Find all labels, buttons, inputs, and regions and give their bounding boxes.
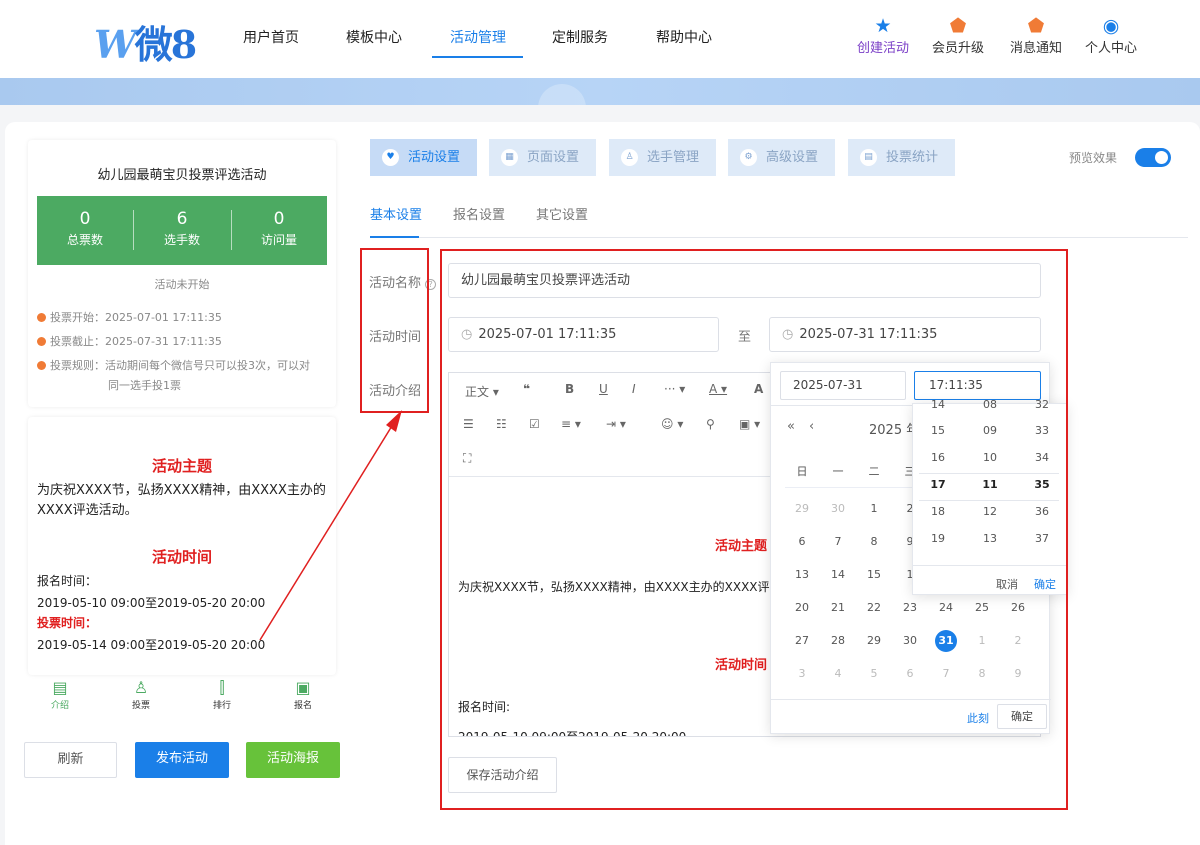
advanced-icon: ⚙ xyxy=(740,149,757,166)
bullet-dot xyxy=(37,337,46,346)
user-center-label: 个人中心 xyxy=(1084,41,1137,56)
stat-value: 6 xyxy=(176,209,188,229)
user-center-button[interactable]: ◉ 个人中心 xyxy=(1081,15,1141,56)
person-icon: ♙ xyxy=(621,149,638,166)
stat-label: 总票数 xyxy=(66,233,103,247)
preview-tab-ranking[interactable]: ⫿ 排行 xyxy=(192,678,252,711)
stats-icon: ▤ xyxy=(860,149,877,166)
annotation-arrow xyxy=(259,410,402,641)
vote-rule-text: 投票规则：活动期间每个微信号只可以投3次，可以对 xyxy=(50,359,310,372)
stat-value: 0 xyxy=(79,209,91,229)
tab-contestant-management[interactable]: ♙ 选手管理 xyxy=(609,139,716,176)
nav-user-home[interactable]: 用户首页 xyxy=(243,27,299,47)
preview-toggle-label: 预览效果 xyxy=(1069,151,1118,165)
person-icon: ♙ xyxy=(133,678,149,697)
bullet-dot xyxy=(37,361,46,370)
stat-value: 0 xyxy=(273,209,285,229)
member-upgrade-label: 会员升级 xyxy=(931,41,984,56)
nav-activity-management[interactable]: 活动管理 xyxy=(450,27,506,47)
banner xyxy=(0,78,1200,105)
heart-icon: ♥ xyxy=(382,149,399,166)
vote-start-info: 投票开始：2025-07-01 17:11:35 xyxy=(37,309,222,325)
notifications-button[interactable]: ⬟ 消息通知 xyxy=(1006,15,1066,56)
document-icon: ▤ xyxy=(52,678,68,697)
tab-label: 投票统计 xyxy=(886,150,939,165)
preview-tab-intro[interactable]: ▤ 介绍 xyxy=(30,678,90,711)
subtab-other[interactable]: 其它设置 xyxy=(536,204,588,223)
tab-advanced-settings[interactable]: ⚙ 高级设置 xyxy=(728,139,835,176)
stat-contestants: 6 选手数 xyxy=(134,208,230,250)
nav-help-center[interactable]: 帮助中心 xyxy=(656,27,712,47)
nav-template-center[interactable]: 模板中心 xyxy=(346,27,402,47)
shield-icon: ⬟ xyxy=(949,15,967,37)
logo-text: 微8 xyxy=(134,22,197,67)
signup-label: 报名时间： xyxy=(37,574,98,588)
vote-rule-text-2: 同一选手投1票 xyxy=(108,379,181,392)
bell-icon: ⬟ xyxy=(1027,15,1045,37)
refresh-button[interactable]: 刷新 xyxy=(24,742,117,778)
vote-time: 2019-05-14 09:00至2019-05-20 20:00 xyxy=(37,638,266,652)
ranking-icon: ⫿ xyxy=(219,678,225,697)
preview-title: 幼儿园最萌宝贝投票评选活动 xyxy=(97,168,267,183)
tab-page-settings[interactable]: ▦ 页面设置 xyxy=(489,139,596,176)
page-icon: ▦ xyxy=(501,149,518,166)
create-activity-label: 创建活动 xyxy=(856,41,909,56)
publish-button[interactable]: 发布活动 xyxy=(135,742,229,778)
stat-visits: 0 访问量 xyxy=(231,208,327,250)
tab-label: 页面设置 xyxy=(527,150,580,165)
subtab-divider xyxy=(370,237,1188,238)
tab-label: 选手管理 xyxy=(647,150,700,165)
tab-label: 介绍 xyxy=(50,701,69,711)
create-activity-button[interactable]: ★ 创建活动 xyxy=(853,15,913,56)
tab-label: 报名 xyxy=(293,701,312,711)
annotation-box-form xyxy=(440,249,1068,810)
logo[interactable]: W微8 xyxy=(94,14,197,69)
top-header: W微8 用户首页 模板中心 活动管理 定制服务 帮助中心 ★ 创建活动 ⬟ 会员… xyxy=(0,0,1200,78)
activity-status: 活动未开始 xyxy=(154,278,210,291)
tab-label: 高级设置 xyxy=(766,150,819,165)
vote-end-info: 投票截止：2025-07-31 17:11:35 xyxy=(37,333,222,349)
user-icon: ◉ xyxy=(1102,15,1120,37)
nav-custom-service[interactable]: 定制服务 xyxy=(552,27,608,47)
logo-mark: W xyxy=(94,22,137,67)
tab-label: 投票 xyxy=(131,701,150,711)
annotation-box-labels xyxy=(360,248,429,413)
tab-vote-statistics[interactable]: ▤ 投票统计 xyxy=(848,139,955,176)
stat-label: 访问量 xyxy=(260,233,297,247)
preview-tab-signup[interactable]: ▣ 报名 xyxy=(273,678,333,711)
signup-icon: ▣ xyxy=(295,678,311,697)
notifications-label: 消息通知 xyxy=(1009,41,1062,56)
stat-label: 选手数 xyxy=(163,233,200,247)
tab-label: 活动设置 xyxy=(408,150,461,165)
star-icon: ★ xyxy=(874,15,892,37)
vote-end-text: 投票截止：2025-07-31 17:11:35 xyxy=(50,335,222,348)
subtab-signup[interactable]: 报名设置 xyxy=(453,204,505,223)
preview-tab-vote[interactable]: ♙ 投票 xyxy=(111,678,171,711)
toggle-knob xyxy=(1155,151,1168,164)
preview-toggle[interactable] xyxy=(1135,148,1171,167)
tab-label: 排行 xyxy=(212,701,231,711)
subtab-active-indicator xyxy=(370,236,419,238)
member-upgrade-button[interactable]: ⬟ 会员升级 xyxy=(928,15,988,56)
bullet-dot xyxy=(37,313,46,322)
tab-activity-settings[interactable]: ♥ 活动设置 xyxy=(370,139,477,176)
poster-button[interactable]: 活动海报 xyxy=(246,742,340,778)
vote-time-label: 投票时间： xyxy=(37,616,98,630)
stat-total-votes: 0 总票数 xyxy=(37,208,133,250)
stats-bar: 0 总票数 6 选手数 0 访问量 xyxy=(37,196,327,265)
subtab-basic[interactable]: 基本设置 xyxy=(370,204,422,223)
vote-rule-info: 投票规则：活动期间每个微信号只可以投3次，可以对 xyxy=(37,357,327,373)
nav-active-indicator xyxy=(432,56,523,58)
signup-time: 2019-05-10 09:00至2019-05-20 20:00 xyxy=(37,596,266,610)
vote-start-text: 投票开始：2025-07-01 17:11:35 xyxy=(50,311,222,324)
